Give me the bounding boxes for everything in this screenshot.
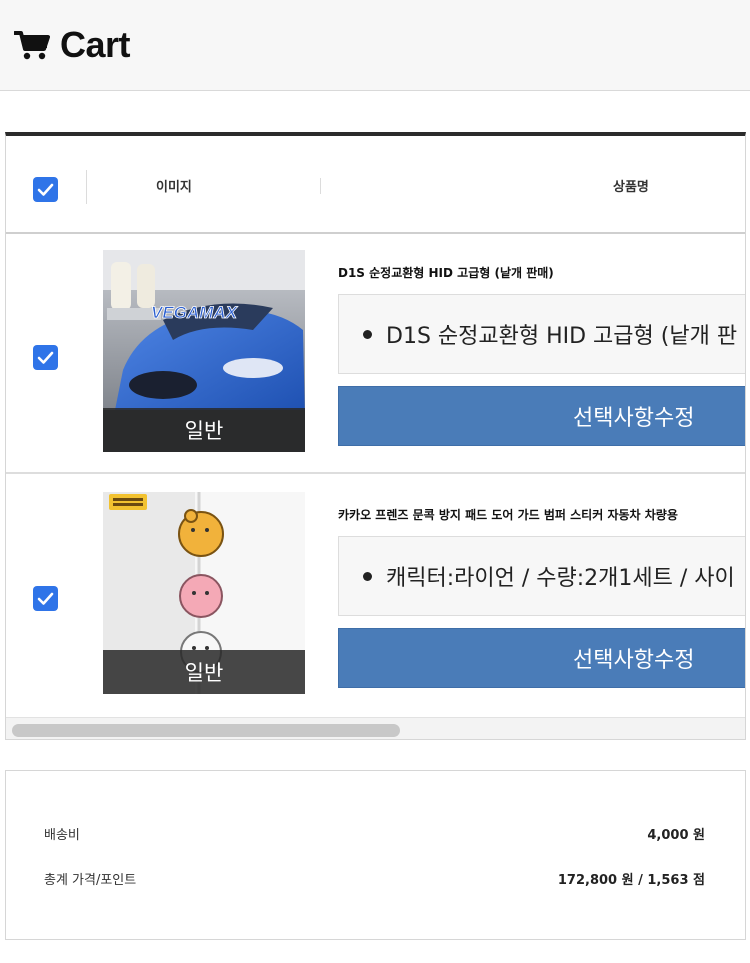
page-title: Cart (60, 24, 131, 65)
product-image[interactable]: 일반 (103, 492, 305, 694)
horizontal-scrollbar[interactable] (6, 717, 745, 739)
product-option: 캐릭터:라이언 / 수량:2개1세트 / 사이 (338, 536, 745, 616)
product-badge: 일반 (103, 408, 305, 452)
table-header: 이미지 상품명 (6, 136, 745, 234)
select-all-checkbox[interactable] (33, 177, 58, 202)
column-header-image: 이미지 (156, 180, 192, 195)
column-header-product-name: 상품명 (613, 180, 649, 195)
product-option: D1S 순정교환형 HID 고급형 (낱개 판 (338, 294, 745, 374)
edit-options-button[interactable]: 선택사항수정 (338, 386, 745, 446)
order-summary: 배송비 4,000 원 총계 가격/포인트 172,800 원 / 1,563 … (5, 770, 746, 940)
bullet-icon (363, 571, 372, 581)
item-checkbox[interactable] (33, 345, 58, 370)
shopping-cart-icon (14, 25, 56, 65)
product-name[interactable]: D1S 순정교환형 HID 고급형 (낱개 판매) (338, 264, 554, 281)
option-text: 캐릭터:라이언 / 수량:2개1세트 / 사이 (386, 566, 735, 591)
edit-options-button[interactable]: 선택사항수정 (338, 628, 745, 688)
cart-table: 이미지 상품명 VEGAMAX 일반 D1S 순정교환형 HID 고급형 (낱개… (5, 132, 746, 740)
column-divider (86, 170, 87, 204)
table-row: 일반 카카오 프렌즈 문콕 방지 패드 도어 가드 범퍼 스티커 자동차 차량용… (6, 476, 745, 716)
bullet-icon (363, 329, 372, 339)
page-header: Cart (0, 0, 750, 91)
svg-text:VEGAMAX: VEGAMAX (151, 303, 239, 322)
column-divider (320, 178, 321, 194)
shipping-label: 배송비 (44, 828, 80, 843)
total-label: 총계 가격/포인트 (44, 873, 137, 888)
scrollbar-thumb[interactable] (12, 724, 400, 737)
total-value: 172,800 원 / 1,563 점 (557, 873, 705, 888)
checkmark-icon (37, 351, 54, 364)
option-text: D1S 순정교환형 HID 고급형 (낱개 판 (386, 324, 738, 349)
product-image[interactable]: VEGAMAX 일반 (103, 250, 305, 452)
checkmark-icon (37, 592, 54, 605)
shipping-value: 4,000 원 (647, 828, 705, 843)
item-checkbox[interactable] (33, 586, 58, 611)
product-name[interactable]: 카카오 프렌즈 문콕 방지 패드 도어 가드 범퍼 스티커 자동차 차량용 (338, 506, 678, 523)
checkmark-icon (37, 183, 54, 196)
product-badge: 일반 (103, 650, 305, 694)
table-row: VEGAMAX 일반 D1S 순정교환형 HID 고급형 (낱개 판매) D1S… (6, 234, 745, 474)
